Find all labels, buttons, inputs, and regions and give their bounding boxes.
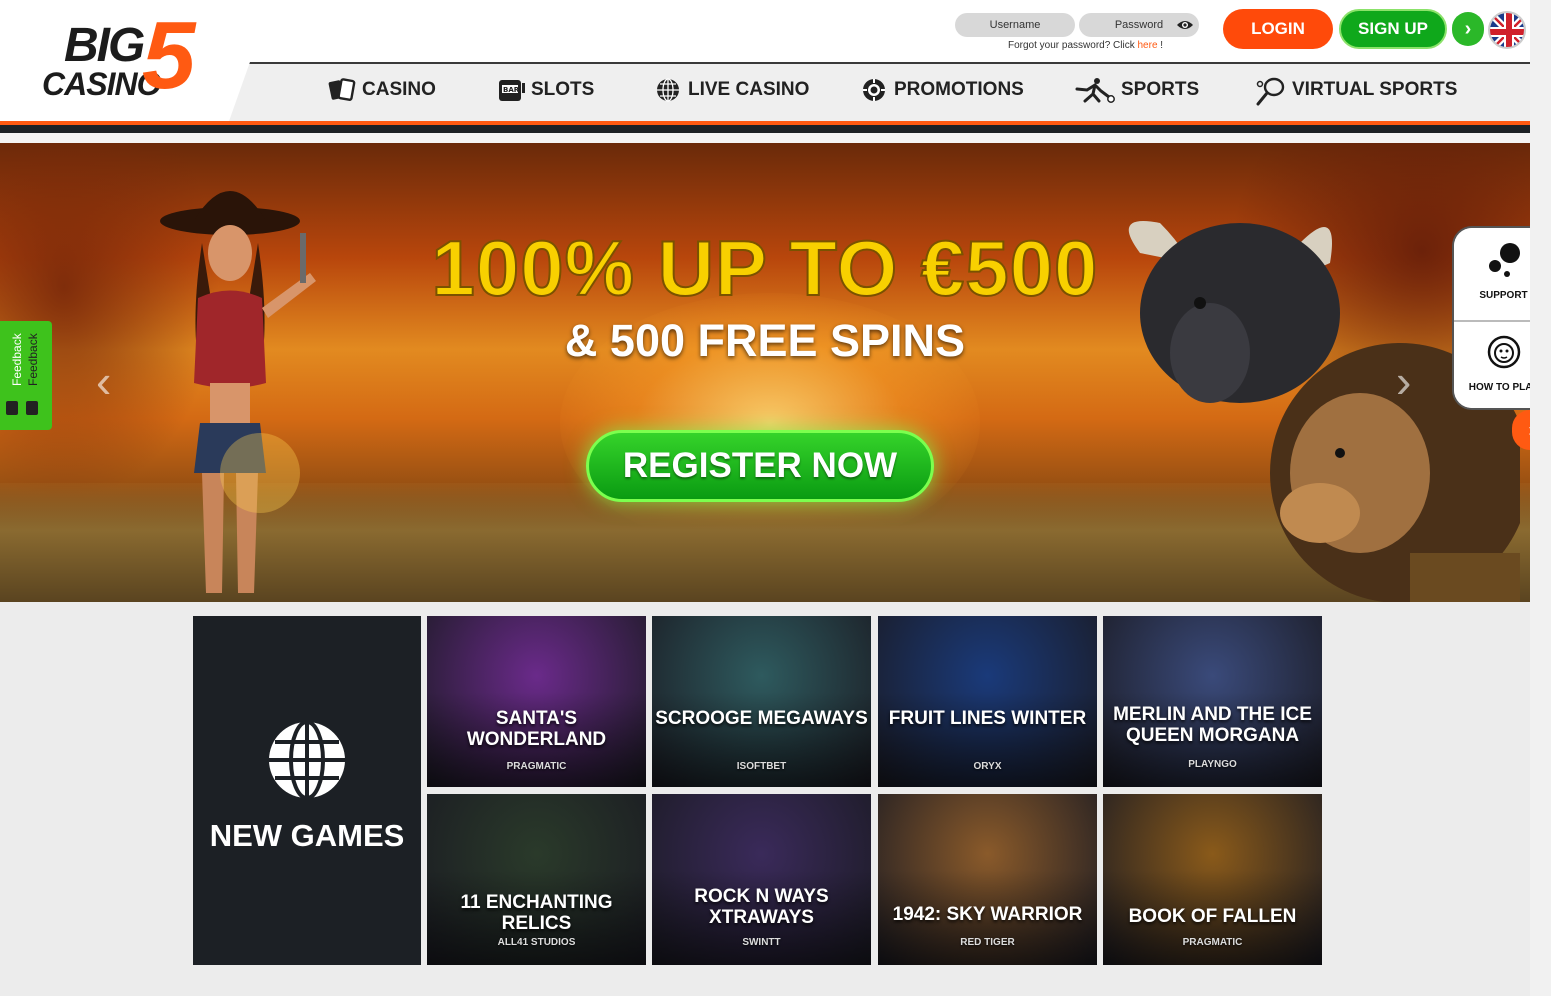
nav-virtual-sports[interactable]: VIRTUAL SPORTS (1254, 74, 1457, 106)
game-tile[interactable]: BOOK OF FALLEN PRAGMATIC (1103, 794, 1322, 965)
new-games-tile[interactable]: NEW GAMES (193, 616, 421, 965)
nav-label: SLOTS (531, 79, 595, 100)
game-provider: PRAGMATIC (506, 761, 567, 772)
chip-icon (860, 77, 888, 103)
logo-big: BIG (64, 19, 145, 72)
hero-subline: & 500 FREE SPINS (564, 315, 966, 366)
nav-promotions[interactable]: PROMOTIONS (860, 74, 1024, 106)
game-tile[interactable]: 1942: SKY WARRIOR RED TIGER (878, 794, 1097, 965)
register-now-button[interactable]: REGISTER NOW (586, 430, 934, 502)
scrollbar[interactable] (1530, 0, 1551, 996)
chevron-left-icon[interactable]: ‹ (96, 358, 126, 404)
games-section: NEW GAMES SANTA'S WONDERLAND PRAGMATIC S… (193, 616, 1323, 966)
forgot-password: Forgot your password? Click here ! (1008, 40, 1163, 51)
game-tile[interactable]: SCROOGE MEGAWAYS ISOFTBET (652, 616, 871, 787)
game-title: FRUIT LINES WINTER (888, 708, 1087, 729)
hero-headline: 100% UP TO €500 (431, 223, 1099, 313)
feedback-icon (6, 401, 18, 415)
nav-label: PROMOTIONS (894, 79, 1024, 100)
nav-sports[interactable]: SPORTS (1073, 74, 1199, 106)
feedback-label-secondary: Feedback (26, 333, 40, 386)
hero-banner[interactable]: 100% UP TO €500 & 500 FREE SPINS REGISTE… (0, 143, 1530, 602)
cards-icon (328, 77, 356, 103)
show-password-icon[interactable] (1176, 16, 1194, 34)
main-nav: CASINO BAR SLOTS LIVE CASINO PROMOTIONS (0, 74, 1530, 108)
globe-icon (269, 720, 345, 800)
game-provider: PLAYNGO (1188, 759, 1237, 770)
svg-text:BAR: BAR (503, 86, 520, 94)
username-input[interactable] (955, 13, 1075, 37)
header-stripes (0, 121, 1530, 143)
chevron-right-icon[interactable]: › (1396, 358, 1426, 404)
game-title: SCROOGE MEGAWAYS (655, 708, 868, 729)
game-provider: ORYX (973, 761, 1002, 772)
game-tile[interactable]: MERLIN AND THE ICE QUEEN MORGANA PLAYNGO (1103, 616, 1322, 787)
football-player-icon (1073, 77, 1115, 103)
game-title: SANTA'S WONDERLAND (466, 708, 607, 750)
nav-label: SPORTS (1121, 79, 1200, 100)
nav-slots[interactable]: BAR SLOTS (497, 74, 594, 106)
nav-label: CASINO (362, 79, 436, 100)
game-provider: PRAGMATIC (1182, 937, 1243, 948)
smile-icon (26, 401, 38, 415)
nav-label: LIVE CASINO (688, 79, 810, 100)
game-title: 1942: SKY WARRIOR (892, 904, 1083, 925)
forgot-text: Forgot your password? Click (1008, 40, 1138, 51)
forgot-password-link[interactable]: here (1138, 40, 1158, 51)
support-icon (1489, 243, 1520, 277)
new-games-label: NEW GAMES (209, 818, 405, 853)
feedback-label: Feedback (10, 333, 24, 386)
game-provider: ALL41 STUDIOS (497, 937, 576, 948)
game-provider: RED TIGER (960, 937, 1015, 948)
game-title: MERLIN AND THE ICE QUEEN MORGANA (1113, 704, 1312, 746)
racket-icon (1254, 77, 1286, 106)
site-header: BIG CASINO 5 CASINO BAR SLOTS LIVE CASIN… (0, 0, 1530, 124)
slot-machine-icon: BAR (497, 77, 525, 103)
lion-head-icon (1487, 335, 1521, 369)
game-title: 11 ENCHANTING RELICS (460, 892, 613, 934)
game-title: ROCK N WAYS XTRAWAYS (694, 886, 829, 928)
login-button[interactable]: LOGIN (1223, 9, 1333, 49)
game-tile[interactable]: SANTA'S WONDERLAND PRAGMATIC (427, 616, 646, 787)
game-provider: ISOFTBET (736, 761, 787, 772)
nav-label: VIRTUAL SPORTS (1292, 79, 1458, 100)
game-title: BOOK OF FALLEN (1128, 906, 1297, 927)
game-tile[interactable]: 11 ENCHANTING RELICS ALL41 STUDIOS (427, 794, 646, 965)
game-tile[interactable]: FRUIT LINES WINTER ORYX (878, 616, 1097, 787)
globe-icon (654, 77, 682, 103)
uk-flag-icon[interactable] (1488, 11, 1526, 49)
game-provider: SWINTT (742, 937, 781, 948)
chevron-right-icon[interactable]: › (1452, 12, 1484, 46)
nav-casino[interactable]: CASINO (328, 74, 436, 106)
signup-button[interactable]: SIGN UP (1339, 9, 1447, 49)
game-tile[interactable]: ROCK N WAYS XTRAWAYS SWINTT (652, 794, 871, 965)
nav-live-casino[interactable]: LIVE CASINO (654, 74, 809, 106)
feedback-tab[interactable]: Feedback Feedback (0, 321, 52, 430)
forgot-end: ! (1157, 40, 1164, 51)
